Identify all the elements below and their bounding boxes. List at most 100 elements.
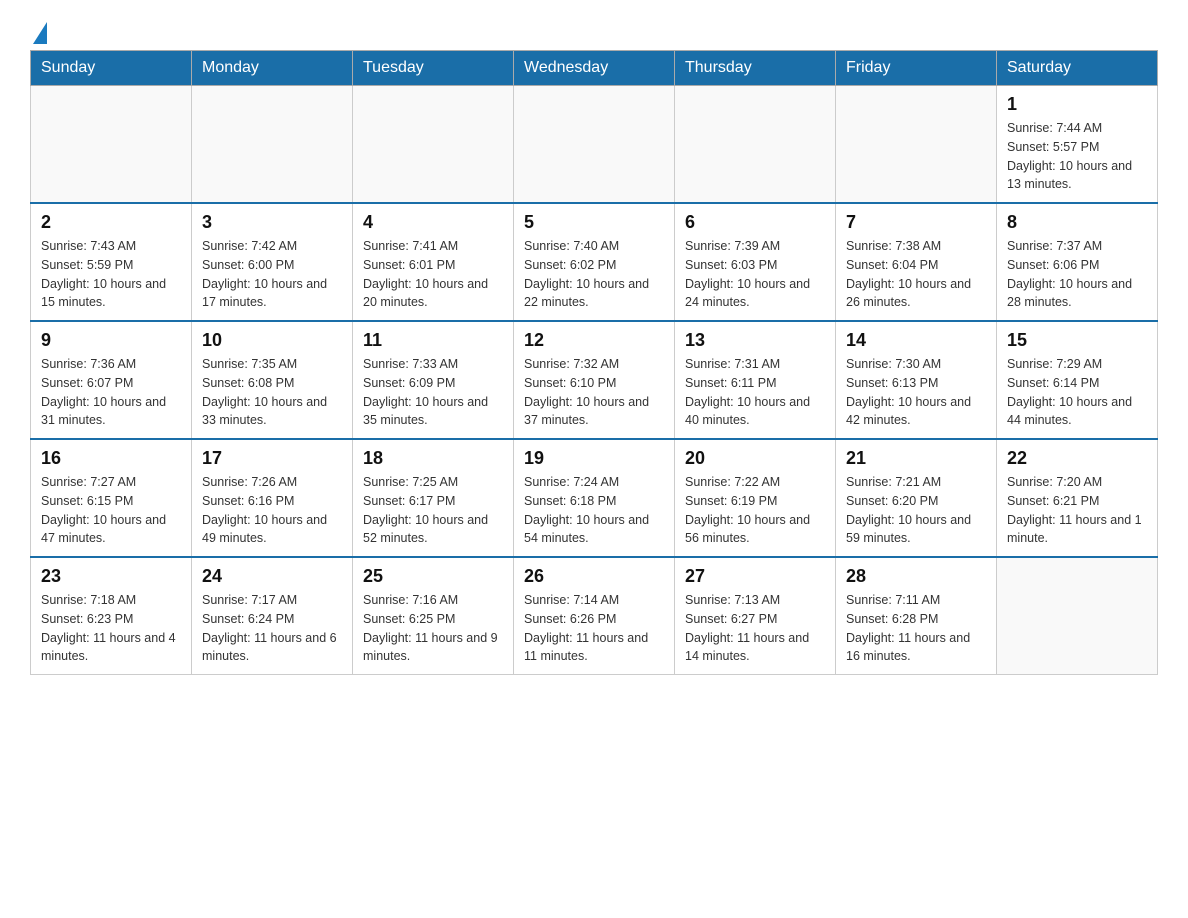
day-number: 28 [846, 566, 986, 587]
calendar-day-cell: 15 Sunrise: 7:29 AM Sunset: 6:14 PM Dayli… [997, 321, 1158, 439]
calendar-day-cell: 5 Sunrise: 7:40 AM Sunset: 6:02 PM Daylig… [514, 203, 675, 321]
day-info: Sunrise: 7:43 AM Sunset: 5:59 PM Dayligh… [41, 237, 181, 312]
day-number: 2 [41, 212, 181, 233]
day-number: 13 [685, 330, 825, 351]
day-info: Sunrise: 7:44 AM Sunset: 5:57 PM Dayligh… [1007, 119, 1147, 194]
day-number: 25 [363, 566, 503, 587]
calendar-week-row: 2 Sunrise: 7:43 AM Sunset: 5:59 PM Daylig… [31, 203, 1158, 321]
calendar-day-cell: 28 Sunrise: 7:11 AM Sunset: 6:28 PM Dayli… [836, 557, 997, 675]
day-info: Sunrise: 7:40 AM Sunset: 6:02 PM Dayligh… [524, 237, 664, 312]
calendar-table: SundayMondayTuesdayWednesdayThursdayFrid… [30, 50, 1158, 675]
day-info: Sunrise: 7:35 AM Sunset: 6:08 PM Dayligh… [202, 355, 342, 430]
day-number: 10 [202, 330, 342, 351]
calendar-week-row: 1 Sunrise: 7:44 AM Sunset: 5:57 PM Daylig… [31, 86, 1158, 204]
day-number: 14 [846, 330, 986, 351]
calendar-day-cell [997, 557, 1158, 675]
calendar-day-cell: 21 Sunrise: 7:21 AM Sunset: 6:20 PM Dayli… [836, 439, 997, 557]
logo [30, 20, 47, 40]
day-number: 20 [685, 448, 825, 469]
day-info: Sunrise: 7:20 AM Sunset: 6:21 PM Dayligh… [1007, 473, 1147, 548]
day-number: 22 [1007, 448, 1147, 469]
day-number: 24 [202, 566, 342, 587]
calendar-week-row: 9 Sunrise: 7:36 AM Sunset: 6:07 PM Daylig… [31, 321, 1158, 439]
day-info: Sunrise: 7:11 AM Sunset: 6:28 PM Dayligh… [846, 591, 986, 666]
day-info: Sunrise: 7:29 AM Sunset: 6:14 PM Dayligh… [1007, 355, 1147, 430]
calendar-day-cell: 2 Sunrise: 7:43 AM Sunset: 5:59 PM Daylig… [31, 203, 192, 321]
day-info: Sunrise: 7:41 AM Sunset: 6:01 PM Dayligh… [363, 237, 503, 312]
day-number: 4 [363, 212, 503, 233]
day-info: Sunrise: 7:16 AM Sunset: 6:25 PM Dayligh… [363, 591, 503, 666]
calendar-day-cell: 9 Sunrise: 7:36 AM Sunset: 6:07 PM Daylig… [31, 321, 192, 439]
logo-top [30, 20, 47, 44]
day-number: 6 [685, 212, 825, 233]
day-info: Sunrise: 7:39 AM Sunset: 6:03 PM Dayligh… [685, 237, 825, 312]
calendar-day-cell: 16 Sunrise: 7:27 AM Sunset: 6:15 PM Dayli… [31, 439, 192, 557]
logo-triangle-icon [33, 22, 47, 44]
day-info: Sunrise: 7:13 AM Sunset: 6:27 PM Dayligh… [685, 591, 825, 666]
day-info: Sunrise: 7:42 AM Sunset: 6:00 PM Dayligh… [202, 237, 342, 312]
day-info: Sunrise: 7:37 AM Sunset: 6:06 PM Dayligh… [1007, 237, 1147, 312]
day-of-week-header: Sunday [31, 51, 192, 86]
day-number: 19 [524, 448, 664, 469]
day-of-week-header: Monday [192, 51, 353, 86]
calendar-day-cell: 1 Sunrise: 7:44 AM Sunset: 5:57 PM Daylig… [997, 86, 1158, 204]
calendar-day-cell: 22 Sunrise: 7:20 AM Sunset: 6:21 PM Dayli… [997, 439, 1158, 557]
day-number: 12 [524, 330, 664, 351]
day-number: 7 [846, 212, 986, 233]
day-info: Sunrise: 7:38 AM Sunset: 6:04 PM Dayligh… [846, 237, 986, 312]
calendar-day-cell: 26Sunrise: 7:14 AM Sunset: 6:26 PM Dayli… [514, 557, 675, 675]
calendar-day-cell: 7 Sunrise: 7:38 AM Sunset: 6:04 PM Daylig… [836, 203, 997, 321]
day-number: 5 [524, 212, 664, 233]
calendar-day-cell [675, 86, 836, 204]
day-number: 21 [846, 448, 986, 469]
day-number: 26 [524, 566, 664, 587]
calendar-day-cell: 24 Sunrise: 7:17 AM Sunset: 6:24 PM Dayli… [192, 557, 353, 675]
day-info: Sunrise: 7:32 AM Sunset: 6:10 PM Dayligh… [524, 355, 664, 430]
day-number: 9 [41, 330, 181, 351]
calendar-day-cell [192, 86, 353, 204]
day-info: Sunrise: 7:31 AM Sunset: 6:11 PM Dayligh… [685, 355, 825, 430]
day-of-week-header: Friday [836, 51, 997, 86]
day-number: 8 [1007, 212, 1147, 233]
calendar-day-cell: 27Sunrise: 7:13 AM Sunset: 6:27 PM Dayli… [675, 557, 836, 675]
calendar-week-row: 23 Sunrise: 7:18 AM Sunset: 6:23 PM Dayli… [31, 557, 1158, 675]
calendar-day-cell [353, 86, 514, 204]
calendar-day-cell: 6 Sunrise: 7:39 AM Sunset: 6:03 PM Daylig… [675, 203, 836, 321]
calendar-day-cell: 23 Sunrise: 7:18 AM Sunset: 6:23 PM Dayli… [31, 557, 192, 675]
day-info: Sunrise: 7:18 AM Sunset: 6:23 PM Dayligh… [41, 591, 181, 666]
calendar-day-cell: 20Sunrise: 7:22 AM Sunset: 6:19 PM Dayli… [675, 439, 836, 557]
day-number: 23 [41, 566, 181, 587]
day-info: Sunrise: 7:21 AM Sunset: 6:20 PM Dayligh… [846, 473, 986, 548]
calendar-day-cell [514, 86, 675, 204]
day-number: 16 [41, 448, 181, 469]
calendar-day-cell: 3 Sunrise: 7:42 AM Sunset: 6:00 PM Daylig… [192, 203, 353, 321]
calendar-day-cell [31, 86, 192, 204]
day-of-week-header: Saturday [997, 51, 1158, 86]
day-info: Sunrise: 7:36 AM Sunset: 6:07 PM Dayligh… [41, 355, 181, 430]
calendar-day-cell: 25 Sunrise: 7:16 AM Sunset: 6:25 PM Dayli… [353, 557, 514, 675]
calendar-header-row: SundayMondayTuesdayWednesdayThursdayFrid… [31, 51, 1158, 86]
day-info: Sunrise: 7:27 AM Sunset: 6:15 PM Dayligh… [41, 473, 181, 548]
day-of-week-header: Thursday [675, 51, 836, 86]
calendar-day-cell: 4 Sunrise: 7:41 AM Sunset: 6:01 PM Daylig… [353, 203, 514, 321]
day-number: 17 [202, 448, 342, 469]
calendar-day-cell: 18Sunrise: 7:25 AM Sunset: 6:17 PM Dayli… [353, 439, 514, 557]
calendar-week-row: 16 Sunrise: 7:27 AM Sunset: 6:15 PM Dayli… [31, 439, 1158, 557]
day-number: 1 [1007, 94, 1147, 115]
calendar-day-cell: 19Sunrise: 7:24 AM Sunset: 6:18 PM Dayli… [514, 439, 675, 557]
day-of-week-header: Wednesday [514, 51, 675, 86]
day-number: 15 [1007, 330, 1147, 351]
day-number: 18 [363, 448, 503, 469]
day-info: Sunrise: 7:26 AM Sunset: 6:16 PM Dayligh… [202, 473, 342, 548]
calendar-day-cell: 10 Sunrise: 7:35 AM Sunset: 6:08 PM Dayli… [192, 321, 353, 439]
calendar-day-cell: 12 Sunrise: 7:32 AM Sunset: 6:10 PM Dayli… [514, 321, 675, 439]
day-of-week-header: Tuesday [353, 51, 514, 86]
page-header [30, 20, 1158, 40]
day-info: Sunrise: 7:33 AM Sunset: 6:09 PM Dayligh… [363, 355, 503, 430]
calendar-day-cell: 8 Sunrise: 7:37 AM Sunset: 6:06 PM Daylig… [997, 203, 1158, 321]
day-number: 3 [202, 212, 342, 233]
day-info: Sunrise: 7:17 AM Sunset: 6:24 PM Dayligh… [202, 591, 342, 666]
day-info: Sunrise: 7:30 AM Sunset: 6:13 PM Dayligh… [846, 355, 986, 430]
calendar-day-cell: 17 Sunrise: 7:26 AM Sunset: 6:16 PM Dayli… [192, 439, 353, 557]
calendar-day-cell: 11Sunrise: 7:33 AM Sunset: 6:09 PM Dayli… [353, 321, 514, 439]
